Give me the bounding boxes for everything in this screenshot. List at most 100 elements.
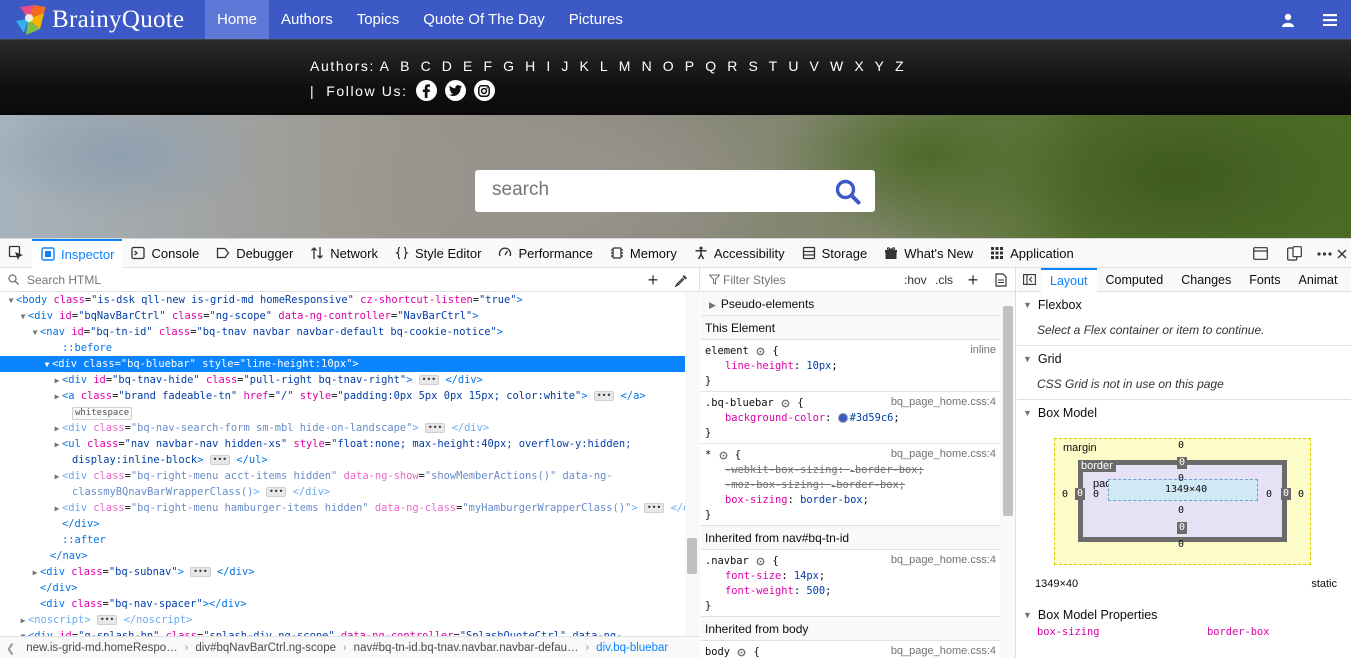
gear-icon[interactable] [755,346,766,357]
nav-home-link[interactable]: Home [205,0,270,39]
rule-source[interactable]: inline [970,344,996,356]
element-picker-icon[interactable] [0,239,32,268]
markup-node[interactable]: ▶ <ul class="nav navbar-nav hidden-xs" st… [0,436,685,452]
rule-source[interactable]: bq_page_home.css:4 [891,554,996,566]
print-media-icon[interactable] [991,268,1011,292]
nav-authors-link[interactable]: Authors [269,0,345,39]
color-swatch-icon[interactable] [837,413,848,423]
markup-scroll-thumb[interactable] [687,538,697,574]
flexbox-section-toggle[interactable]: ▼ Flexbox [1017,292,1351,318]
brainyquote-logo[interactable]: BrainyQuote [0,0,205,39]
collapsed-twisty-icon[interactable]: ▶ [30,565,40,581]
author-letter-link[interactable]: E [463,58,474,74]
collapsed-children[interactable]: ••• </a> [588,390,646,402]
ellipsis-badge[interactable]: ••• [418,375,440,385]
tab-style-editor[interactable]: Style Editor [386,239,489,268]
padding-left-value[interactable]: 0 [1093,489,1099,500]
collapsed-twisty-icon[interactable]: ▶ [52,389,62,405]
gear-icon[interactable] [736,647,747,658]
breadcrumb-left-arrow-icon[interactable]: ❮ [0,642,21,655]
tab-storage[interactable]: Storage [793,239,876,268]
collapsed-children[interactable]: ••• </div> [412,374,483,386]
ellipsis-badge[interactable]: ••• [96,615,118,625]
close-devtools-icon[interactable] [1337,239,1351,268]
toggle-sidebar-icon[interactable] [1017,268,1041,292]
markup-node[interactable]: ▶ <a class="brand fadeable-tn" href="/" s… [0,388,685,404]
markup-node[interactable]: ▼ <nav id="bq-tn-id" class="bq-tnav navba… [0,324,685,340]
author-letter-link[interactable]: H [525,58,537,74]
author-letter-link[interactable]: S [748,58,759,74]
collapsed-twisty-icon[interactable]: ▶ [18,613,28,629]
box-sizing-value[interactable]: border-box [1207,626,1270,638]
collapsed-children[interactable]: ••• </ul> [203,454,268,466]
ellipsis-badge[interactable]: ••• [643,503,665,513]
markup-node[interactable]: ▶ <div class="bq-right-menu acct-items hi… [0,468,685,484]
declaration-overridden[interactable]: -webkit-box-sizing: ▸border-box; [705,463,996,478]
grid-section-toggle[interactable]: ▼ Grid [1017,346,1351,372]
margin-bottom-value[interactable]: 0 [1178,539,1184,550]
markup-node[interactable]: ▶ <div id="bq-tnav-hide" class="pull-righ… [0,372,685,388]
markup-node[interactable]: ▼<div id="q-splash-bn" class="splash-div… [0,628,685,636]
collapsed-children[interactable]: ••• </div> [184,566,254,578]
eyedropper-icon[interactable] [671,268,691,292]
tab-network[interactable]: Network [301,239,386,268]
tab-what-s-new[interactable]: What's New [875,239,981,268]
hover-states-toggle[interactable]: :hov [904,268,927,292]
border-bottom-value[interactable]: 0 [1177,522,1188,534]
breadcrumb-bluebar[interactable]: div.bq-bluebar [591,642,673,654]
tab-console[interactable]: Console [122,239,207,268]
markup-node[interactable]: ▶ <div class="bq-subnav"> ••• </div> [0,564,685,580]
box-model-section-toggle[interactable]: ▼ Box Model [1017,400,1351,426]
tab-inspector[interactable]: Inspector [32,238,123,268]
collapsed-twisty-icon[interactable]: ▶ [52,421,62,437]
breadcrumb-navbarctrl[interactable]: div#bqNavBarCtrl.ng-scope [190,642,341,654]
author-letter-link[interactable]: G [503,58,516,74]
markup-node[interactable]: <div class="bq-nav-spacer"></div> [0,596,685,612]
pseudo-elements-toggle[interactable]: ▶ Pseudo-elements [701,292,1000,316]
gear-icon[interactable] [718,450,729,461]
breadcrumb-body[interactable]: new.is-grid-md.homeRespo… [21,642,182,654]
declaration[interactable]: font-size: 14px; [705,569,996,584]
markup-node[interactable]: ▼ <div class="bq-bluebar" style="line-hei… [0,356,685,372]
markup-node[interactable]: whitespace [0,404,685,420]
nav-pictures-link[interactable]: Pictures [557,0,635,39]
author-letter-link[interactable]: R [727,58,739,74]
collapsed-children[interactable]: ••• </noscript> [91,614,192,626]
instagram-icon[interactable] [473,80,495,101]
margin-right-value[interactable]: 0 [1298,489,1304,500]
facebook-icon[interactable] [415,80,437,101]
author-letter-link[interactable]: K [579,58,590,74]
collapsed-children[interactable]: ••• </div> [638,502,685,514]
gear-icon[interactable] [780,398,791,409]
markup-node[interactable]: </div> [0,580,685,596]
quote-search-input[interactable] [492,179,822,201]
ellipsis-badge[interactable]: ••• [209,455,231,465]
rule-source[interactable]: bq_page_home.css:4 [891,645,996,657]
declaration[interactable]: box-sizing: border-box; [705,493,996,508]
responsive-design-icon[interactable] [1243,239,1277,268]
author-letter-link[interactable]: Q [705,58,718,74]
hamburger-menu-icon[interactable] [1309,0,1351,39]
declaration[interactable]: line-height: 10px; [705,359,996,374]
declaration[interactable]: font-weight: 500; [705,584,996,599]
tab-accessibility[interactable]: Accessibility [685,239,793,268]
author-letter-link[interactable]: O [663,58,676,74]
markup-node[interactable]: classmyBQnavBarWrapperClass()> ••• </div… [0,484,685,500]
twitter-icon[interactable] [444,80,466,101]
author-letter-link[interactable]: P [685,58,696,74]
declaration[interactable]: background-color: #3d59c6; [705,411,996,426]
collapsed-twisty-icon[interactable]: ▶ [52,437,62,453]
collapsed-children[interactable]: ••• </div> [260,486,330,498]
markup-node[interactable]: ::before [0,340,685,356]
ellipsis-badge[interactable]: ••• [424,423,446,433]
padding-right-value[interactable]: 0 [1266,489,1272,500]
search-html-input[interactable] [27,272,527,287]
padding-bottom-value[interactable]: 0 [1178,505,1184,516]
border-right-value[interactable]: 0 [1281,488,1292,500]
expanded-twisty-icon[interactable]: ▼ [30,325,40,341]
nav-quote-of-the-day-link[interactable]: Quote Of The Day [411,0,556,39]
rules-scrollbar[interactable] [1000,292,1015,658]
rules-scroll-thumb[interactable] [1003,306,1013,516]
author-letter-link[interactable]: J [561,58,570,74]
margin-left-value[interactable]: 0 [1062,489,1068,500]
